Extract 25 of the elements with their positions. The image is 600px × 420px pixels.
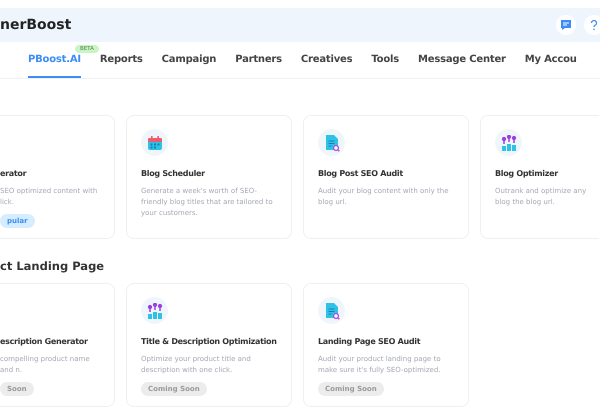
card-title: Blog Scheduler (141, 168, 206, 179)
nav-tab[interactable]: Creatives (300, 42, 352, 78)
nav-tab[interactable]: My Accou (524, 42, 577, 78)
nav-tab[interactable]: Tools (371, 42, 400, 78)
chart-arrows-icon (495, 129, 522, 156)
calendar-icon (141, 129, 168, 156)
nav-tab[interactable]: Partners (235, 42, 282, 78)
document-search-icon (318, 129, 345, 156)
document-search-icon (318, 297, 345, 324)
card-title: erator (0, 168, 28, 179)
section-title: ct Landing Page (0, 259, 106, 273)
card-title: Title & Description Optimization (141, 336, 277, 347)
card-title: Blog Optimizer (495, 168, 560, 179)
nav-tab[interactable]: Message Center (418, 42, 506, 78)
help-icon (589, 19, 599, 31)
chart-arrows-icon (141, 297, 168, 324)
help-button[interactable] (584, 15, 600, 35)
card-title: escription Generator (0, 336, 89, 347)
card-title: Blog Post SEO Audit (318, 168, 404, 179)
chat-button[interactable] (556, 15, 576, 35)
logo-text: nerBoost (0, 17, 72, 33)
nav-tab[interactable]: Campaign (162, 42, 216, 78)
card-title: Landing Page SEO Audit (318, 336, 422, 347)
chat-icon (560, 19, 572, 31)
nav-tab[interactable]: Reports (100, 42, 143, 78)
